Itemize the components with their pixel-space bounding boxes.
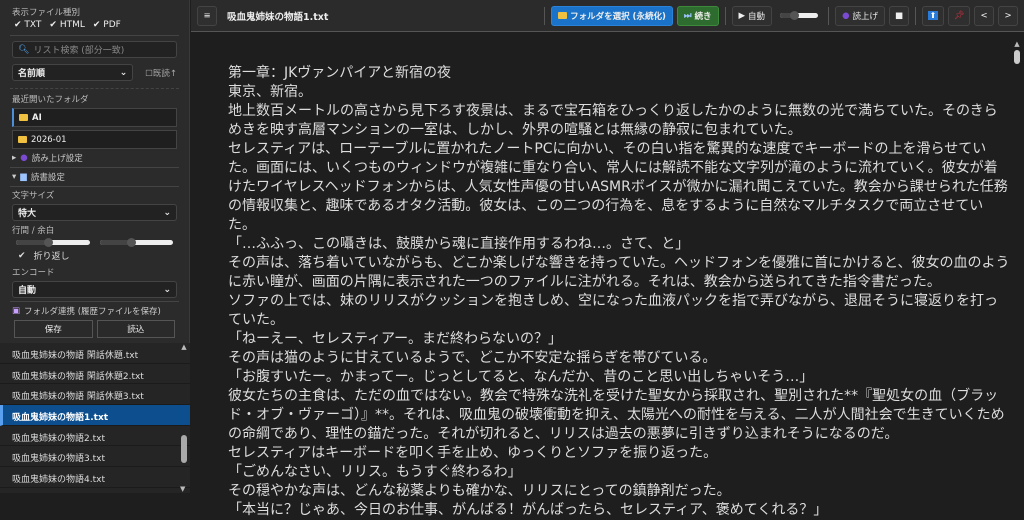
continue-button[interactable]: ⏭ 続き	[676, 5, 719, 26]
tts-settings-label: 読み上げ設定	[31, 154, 83, 164]
spacing-label: 行間 / 余白	[12, 226, 55, 236]
chevron-down-icon: ⌄	[119, 67, 128, 78]
content-paragraph: ソファの上では、妹のリリスがクッションを抱きしめ、空になった血液パックを指で弄び…	[228, 293, 998, 328]
content-paragraph: 「ごめんなさい、リリス。もうすぐ終わるわ」	[228, 464, 522, 480]
list-search-input[interactable]: 🔍︎ リスト検索 (部分一致)	[12, 41, 177, 58]
continue-label: 続き	[694, 11, 712, 22]
font-size-value: 特大	[18, 209, 37, 219]
triangle-down-icon: ▾	[12, 172, 17, 182]
filter-pdf-label: PDF	[103, 20, 121, 30]
select-folder-label: フォルダを選択 (永続化)	[570, 11, 666, 22]
content-paragraph: 地上数百メートルの高さから見下ろす夜景は、まるで宝石箱をひっくり返したかのように…	[228, 103, 998, 138]
save-disk-icon: ▣	[12, 306, 21, 316]
content-paragraph: その声は猫のように甘えているようで、どこか不安定な揺らぎを帯びている。	[228, 350, 717, 366]
stop-button[interactable]: ■	[889, 5, 909, 26]
save-button[interactable]: 保存	[14, 320, 93, 338]
content-paragraph: 「ねーえー、セレスティアー。まだ終わらないの？」	[228, 331, 563, 347]
menu-button[interactable]: ≡	[197, 5, 217, 26]
folder-icon	[19, 114, 28, 121]
auto-speed-slider[interactable]	[780, 11, 819, 20]
content-paragraph: 東京、新宿。	[228, 84, 312, 100]
play-icon: ▶	[738, 10, 746, 21]
content-paragraph: その穏やかな声は、どんな秘薬よりも確かな、リリスにとっての鎮静剤だった。	[228, 483, 731, 499]
microphone-icon: ●	[20, 153, 28, 163]
search-placeholder: リスト検索 (部分一致)	[33, 46, 125, 56]
margin-slider[interactable]	[99, 238, 173, 247]
file-list: 吸血鬼姉妹の物語 閑話休題.txt 吸血鬼姉妹の物語 閑話休題2.txt 吸血鬼…	[0, 343, 190, 493]
content-paragraph: その声は、落ち着いていながらも、どこか楽しげな響きを持っていた。ヘッドフォンを優…	[228, 255, 1010, 290]
read-aloud-button[interactable]: ● 読上げ	[835, 5, 885, 26]
content-paragraph: セレスティアはキーボードを叩く手を止め、ゆっくりとソファを振り返った。	[228, 445, 718, 461]
search-icon: 🔍︎	[18, 44, 30, 55]
file-list-scrollbar[interactable]: ▲ ▼	[180, 343, 188, 493]
load-button[interactable]: 読込	[96, 320, 175, 338]
triangle-right-icon: ▸	[12, 153, 17, 163]
scroll-top-button[interactable]: ⬆	[922, 5, 944, 26]
encoding-label: エンコード	[12, 268, 55, 278]
filter-pdf-checkbox[interactable]: ✔ PDF	[93, 20, 121, 30]
file-types-label: 表示ファイル種別	[12, 8, 81, 18]
filter-txt-label: TXT	[24, 20, 42, 30]
select-folder-button[interactable]: フォルダを選択 (永続化)	[551, 5, 673, 26]
reader-content: 第一章：JKヴァンパイアと新宿の夜 東京、新宿。地上数百メートルの高さから見下ろす…	[191, 33, 1024, 520]
read-sort-label: 既読↑	[152, 68, 177, 79]
folder-name: AI	[32, 112, 42, 123]
file-list-item[interactable]: 吸血鬼姉妹の物語3.txt	[0, 446, 190, 468]
toolbar: ≡ 吸血鬼姉妹の物語1.txt フォルダを選択 (永続化) ⏭ 続き ▶ 自動 ● 読…	[191, 0, 1024, 32]
file-list-item[interactable]: 吸血鬼姉妹の物語4.txt	[0, 467, 190, 488]
prev-button[interactable]: <	[974, 5, 994, 26]
content-paragraph: 「…ふふっ、この囁きは、鼓膜から魂に直接作用するわね…。さて、と」	[228, 236, 690, 252]
sidebar: 表示ファイル種別 ✔ TXT ✔ HTML ✔ PDF 🔍︎ リスト検索 (部分一…	[0, 0, 190, 343]
next-button[interactable]: >	[998, 5, 1018, 26]
file-list-item[interactable]: 吸血鬼姉妹の物語2.txt	[0, 426, 190, 447]
book-icon: ▆	[20, 172, 27, 182]
sort-select[interactable]: 名前順 ⌄	[12, 64, 134, 81]
read-sort-checkbox[interactable]: ☐既読↑	[145, 67, 177, 79]
content-paragraph: セレスティアは、ローテーブルに置かれたノートPCに向かい、その白い指を驚異的な速…	[228, 141, 1008, 233]
content-paragraph: 彼女たちの主食は、ただの血ではない。教会で特殊な洗礼を受けた聖女から採取され、聖…	[228, 388, 1005, 442]
wrap-checkbox[interactable]: ✔ 折り返し	[18, 249, 171, 263]
font-size-label: 文字サイズ	[12, 191, 55, 201]
folder-sync-label: フォルダ連携 (履歴ファイルを保存)	[24, 307, 161, 317]
chevron-down-icon: ⌄	[163, 284, 171, 295]
filter-html-label: HTML	[59, 20, 85, 30]
filter-txt-checkbox[interactable]: ✔ TXT	[14, 20, 41, 30]
microphone-icon: ●	[842, 10, 850, 21]
folder-name: 2026-01	[31, 134, 67, 145]
check-icon: ✔	[18, 250, 26, 261]
filter-html-checkbox[interactable]: ✔ HTML	[49, 20, 84, 30]
content-paragraph: 「本当に？じゃあ、今日のお仕事、がんばる！がんばったら、セレスティア、褒めてくれ…	[228, 502, 828, 518]
encoding-select[interactable]: 自動 ⌄	[12, 281, 177, 298]
reading-settings-toggle[interactable]: ▾ ▆ 読書設定	[12, 171, 177, 183]
encoding-value: 自動	[18, 286, 37, 296]
tts-settings-toggle[interactable]: ▸ ● 読み上げ設定	[12, 152, 177, 164]
recent-folder-item[interactable]: AI	[12, 108, 177, 127]
arrow-up-icon: ⬆	[927, 11, 939, 20]
file-list-item-selected[interactable]: 吸血鬼姉妹の物語1.txt	[0, 405, 190, 426]
auto-scroll-button[interactable]: ▶ 自動	[731, 5, 773, 26]
content-paragraph: 「お腹すいたー。かまってー。じっとしてると、なんだか、昔のこと思い出しちゃいそう…	[228, 369, 814, 385]
document-title: 吸血鬼姉妹の物語1.txt	[227, 11, 329, 23]
bookmark-pin-button[interactable]: 📌︎	[948, 5, 970, 26]
content-paragraph: 第一章：JKヴァンパイアと新宿の夜	[228, 65, 452, 81]
folder-icon	[18, 136, 27, 143]
font-size-select[interactable]: 特大 ⌄	[12, 204, 177, 221]
line-spacing-slider[interactable]	[16, 238, 90, 247]
sort-value: 名前順	[18, 69, 46, 79]
folder-icon	[558, 12, 568, 19]
read-aloud-label: 読上げ	[852, 11, 878, 22]
file-list-item[interactable]: 吸血鬼姉妹の物語 閑話休題.txt	[0, 343, 190, 364]
file-list-item[interactable]: 吸血鬼姉妹の物語 閑話休題3.txt	[0, 384, 190, 406]
reading-settings-label: 読書設定	[30, 173, 65, 183]
skip-icon: ⏭	[683, 10, 692, 21]
content-scrollbar[interactable]: ▲	[1012, 40, 1022, 490]
file-list-item[interactable]: 吸血鬼姉妹の物語 閑話休題2.txt	[0, 364, 190, 385]
chevron-down-icon: ⌄	[163, 207, 171, 218]
pin-icon: 📌︎	[953, 10, 965, 21]
auto-label: 自動	[748, 11, 766, 22]
recent-folders-label: 最近開いたフォルダ	[12, 95, 89, 105]
recent-folder-item[interactable]: 2026-01	[12, 130, 177, 149]
wrap-label: 折り返し	[33, 252, 70, 262]
